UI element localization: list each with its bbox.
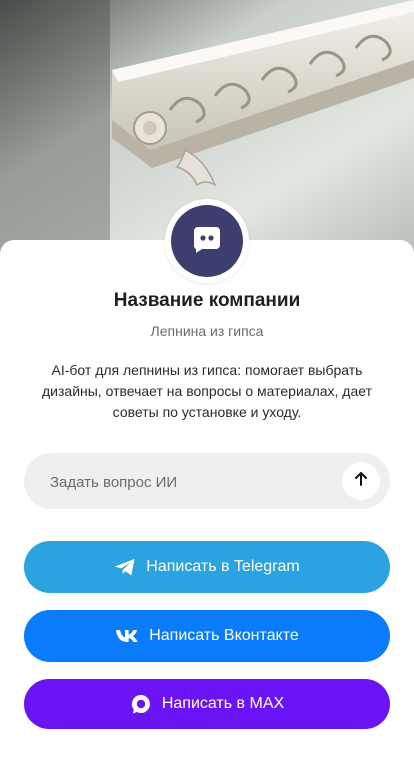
arrow-up-icon xyxy=(353,471,369,492)
company-category: Лепнина из гипса xyxy=(150,323,264,339)
telegram-button[interactable]: Написать в Telegram xyxy=(24,541,390,593)
avatar xyxy=(165,199,249,283)
vk-icon xyxy=(115,629,139,643)
telegram-button-label: Написать в Telegram xyxy=(146,558,300,575)
ask-ai-input[interactable] xyxy=(48,453,332,511)
avatar-circle xyxy=(171,205,243,277)
send-button[interactable] xyxy=(342,462,380,500)
vk-button-label: Написать Вконтакте xyxy=(149,627,299,644)
vk-button[interactable]: Написать Вконтакте xyxy=(24,610,390,662)
max-button-label: Написать в MAX xyxy=(161,695,285,712)
chat-bot-icon xyxy=(192,225,222,258)
telegram-icon xyxy=(114,558,136,577)
company-name: Название компании xyxy=(113,290,301,311)
company-description: AI-бот для лепнины из гипса: помогает вы… xyxy=(42,362,372,420)
max-chat-icon xyxy=(130,693,152,715)
max-button[interactable]: Написать в MAX xyxy=(24,679,390,729)
ask-ai-field[interactable] xyxy=(24,453,390,511)
